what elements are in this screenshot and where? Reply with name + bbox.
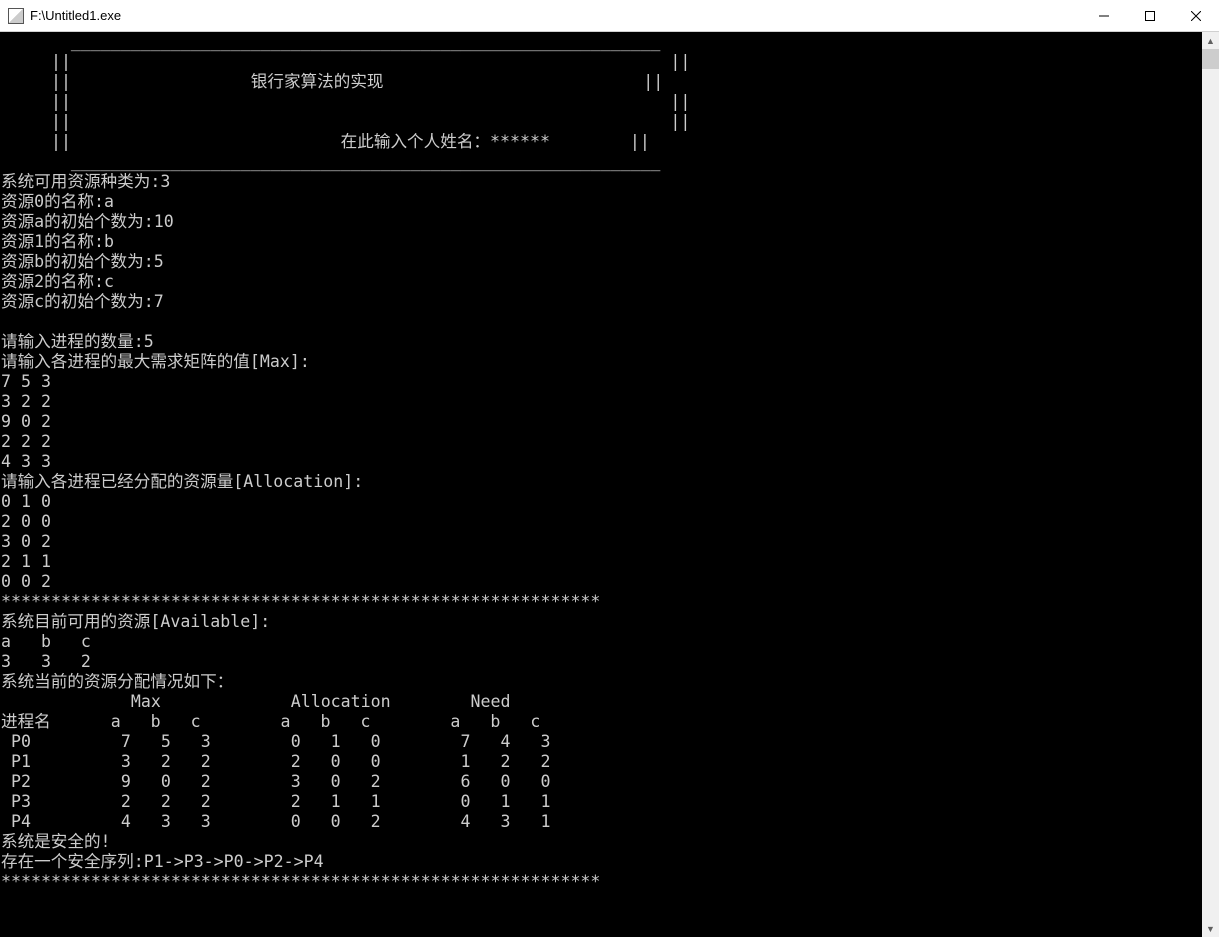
table-row: P0 7 5 3 0 1 0 7 4 3 [1,732,550,751]
result-sequence: 存在一个安全序列:P1->P3->P0->P2->P4 [1,852,324,871]
max-row: 7 5 3 [1,372,51,391]
banner-title: || 银行家算法的实现 || [1,72,663,91]
result-safe: 系统是安全的! [1,832,111,851]
resource-1-name: 资源1的名称:b [1,232,114,251]
resource-1-init: 资源b的初始个数为:5 [1,252,164,271]
window-titlebar: F:\Untitled1.exe [0,0,1219,32]
available-header: a b c [1,632,91,651]
banner-side: || || [1,52,690,71]
alloc-prompt: 请输入各进程已经分配的资源量[Allocation]: [1,472,363,491]
max-row: 3 2 2 [1,392,51,411]
console-output: ________________________________________… [0,32,1219,937]
alloc-row: 3 0 2 [1,532,51,551]
alloc-row: 0 1 0 [1,492,51,511]
divider: ****************************************… [1,872,600,891]
available-values: 3 3 2 [1,652,91,671]
table-row: P3 2 2 2 2 1 1 0 1 1 [1,792,550,811]
resource-0-init: 资源a的初始个数为:10 [1,212,174,231]
table-row: P2 9 0 2 3 0 2 6 0 0 [1,772,550,791]
window-controls [1081,0,1219,31]
max-row: 9 0 2 [1,412,51,431]
banner-side: || || [1,92,690,111]
minimize-button[interactable] [1081,0,1127,31]
divider: ****************************************… [1,592,600,611]
banner-author: || 在此输入个人姓名：****** || [1,132,650,151]
table-header-1: Max Allocation Need [1,692,511,711]
resource-0-name: 资源0的名称:a [1,192,114,211]
scroll-up-arrow-icon[interactable]: ▲ [1202,32,1219,49]
banner-side: || || [1,112,690,131]
resource-2-name: 资源2的名称:c [1,272,114,291]
table-row: P1 3 2 2 2 0 0 1 2 2 [1,752,550,771]
banner-border-bottom: ________________________________________… [1,152,660,171]
resource-kinds: 系统可用资源种类为:3 [1,172,170,191]
window-title: F:\Untitled1.exe [30,8,1081,23]
vertical-scrollbar[interactable]: ▲ ▼ [1202,32,1219,937]
alloc-row: 2 0 0 [1,512,51,531]
alloc-row: 2 1 1 [1,552,51,571]
max-row: 2 2 2 [1,432,51,451]
scroll-down-arrow-icon[interactable]: ▼ [1202,920,1219,937]
table-row: P4 4 3 3 0 0 2 4 3 1 [1,812,550,831]
available-title: 系统目前可用的资源[Available]: [1,612,270,631]
resource-2-init: 资源c的初始个数为:7 [1,292,164,311]
max-row: 4 3 3 [1,452,51,471]
banner-border-top: ________________________________________… [1,32,660,51]
max-prompt: 请输入各进程的最大需求矩阵的值[Max]: [1,352,310,371]
close-button[interactable] [1173,0,1219,31]
alloc-row: 0 0 2 [1,572,51,591]
app-icon [8,8,24,24]
table-title: 系统当前的资源分配情况如下： [1,672,233,691]
table-header-2: 进程名 a b c a b c a b c [1,712,540,731]
process-count: 请输入进程的数量:5 [1,332,154,351]
scrollbar-thumb[interactable] [1202,49,1219,69]
maximize-button[interactable] [1127,0,1173,31]
